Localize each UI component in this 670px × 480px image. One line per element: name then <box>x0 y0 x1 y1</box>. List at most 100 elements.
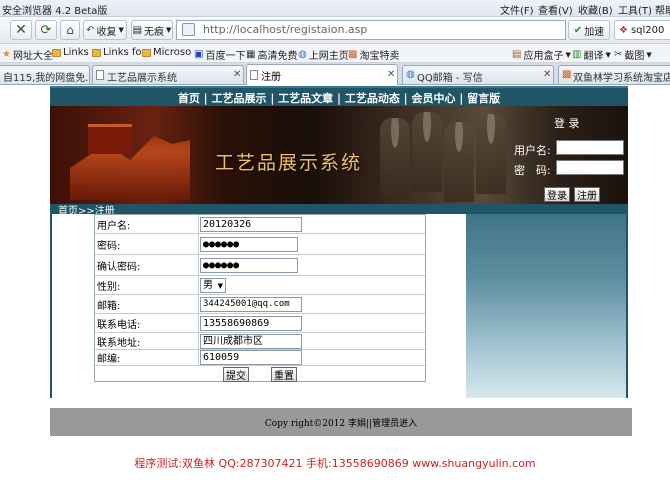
box-icon: ▤ <box>512 49 522 60</box>
password-input[interactable]: ●●●●●● <box>200 237 298 252</box>
incognito-label: 无痕 <box>144 26 165 38</box>
incognito-icon: ▤ <box>132 24 143 36</box>
close-icon[interactable]: ✕ <box>387 69 395 80</box>
toolbar-edge <box>1 20 9 40</box>
back-menu-button[interactable]: ↶ 收复 ▼ <box>83 20 127 40</box>
login-username-label: 用户名: <box>514 144 551 157</box>
taobao-icon: ▩ <box>562 69 572 80</box>
tab-label: 自115,我的网盘免... <box>3 73 90 84</box>
folder-icon <box>52 48 61 57</box>
submit-button[interactable]: 提交 <box>223 367 249 382</box>
phone-input[interactable]: 13558690869 <box>200 316 302 331</box>
folder-icon <box>92 48 101 57</box>
incognito-button[interactable]: ▤ 无痕 ▼ <box>131 20 173 40</box>
zip-input[interactable]: 610059 <box>200 350 302 365</box>
site-banner: 工艺品展示系统 登 录 用户名: 密 码: 登录 注册 <box>50 106 628 204</box>
tab-label: QQ邮箱 - 写信 <box>417 73 483 84</box>
form-row-username: 用户名: 20120326 <box>95 215 425 234</box>
address-label: 联系地址: <box>95 333 199 349</box>
page-icon <box>96 70 104 80</box>
registration-form: 用户名: 20120326 密码: ●●●●●● 确认密码: ●●●●●● 性别… <box>94 214 426 382</box>
tab-label: 双鱼林学习系统淘宝店 - 上 <box>573 73 670 84</box>
tab-qqmail[interactable]: ◍ QQ邮箱 - 写信 ✕ <box>402 65 554 84</box>
side-panel <box>466 214 626 398</box>
close-icon[interactable]: ✕ <box>543 69 551 80</box>
fav-item-1[interactable]: Links <box>52 47 89 58</box>
form-row-zip: 邮编: 610059 <box>95 350 425 366</box>
fav-item-7[interactable]: ▩ 淘宝特卖 <box>348 47 399 62</box>
site-navbar: 首页 | 工艺品展示 | 工艺品文章 | 工艺品动态 | 会员中心 | 留言版 <box>50 86 628 106</box>
menu-tools[interactable]: 工具(T) <box>618 2 652 17</box>
fav-item-10[interactable]: ✂ 截图 ▼ <box>614 47 652 62</box>
menu-view[interactable]: 查看(V) <box>538 2 573 17</box>
breadcrumb-bar: 首页>>注册 <box>50 204 628 217</box>
globe-icon: ◍ <box>298 49 307 60</box>
check-icon: ✔ <box>573 24 583 36</box>
fav-label: Links fo <box>103 47 142 58</box>
menu-favorites[interactable]: 收藏(B) <box>578 2 613 17</box>
login-username-input[interactable] <box>556 140 624 155</box>
form-row-email: 邮箱: 344245001@qq.com <box>95 295 425 314</box>
chevron-down-icon: ▼ <box>118 26 124 34</box>
banner-register-button[interactable]: 注册 <box>574 187 600 202</box>
gender-select[interactable]: 男 ▼ <box>200 278 226 293</box>
fav-label: Links <box>63 47 89 58</box>
phone-label: 联系电话: <box>95 314 199 332</box>
terracotta-warrior-image <box>476 114 506 194</box>
tab-register[interactable]: 注册 ✕ <box>246 64 398 85</box>
gender-value: 男 <box>203 280 213 291</box>
confirm-password-input[interactable]: ●●●●●● <box>200 258 298 273</box>
refresh-button[interactable]: ⟳ <box>35 20 57 40</box>
fav-item-3[interactable]: Microso <box>142 47 191 58</box>
fav-label: 应用盒子 <box>523 51 564 62</box>
fav-item-5[interactable]: ▦ 高清免费 <box>246 47 297 62</box>
fav-item-6[interactable]: ◍ 上网主页 <box>298 47 349 62</box>
form-row-phone: 联系电话: 13558690869 <box>95 314 425 333</box>
login-password-input[interactable] <box>556 160 624 175</box>
tab-netdisk[interactable]: 自115,我的网盘免... <box>0 65 90 84</box>
baidu-icon: ▣ <box>194 49 204 60</box>
fav-item-9[interactable]: ▥ 翻译 ▼ <box>572 47 611 62</box>
browser-title: 安全浏览器 4.2 Beta版 <box>2 6 108 17</box>
username-input[interactable]: 20120326 <box>200 217 302 232</box>
terracotta-warrior-image <box>380 118 410 198</box>
email-input[interactable]: 344245001@qq.com <box>200 297 302 312</box>
translate-icon: ▥ <box>572 49 582 60</box>
site-nav-links[interactable]: 首页 | 工艺品展示 | 工艺品文章 | 工艺品动态 | 会员中心 | 留言版 <box>50 90 628 106</box>
form-row-gender: 性别: 男 ▼ <box>95 276 425 295</box>
search-engine-icon: ❖ <box>619 24 628 36</box>
tab-taobao[interactable]: ▩双鱼林学习系统淘宝店 - 上 <box>558 65 670 84</box>
email-label: 邮箱: <box>95 295 199 313</box>
tab-crafts[interactable]: 工艺品展示系统 ✕ <box>92 65 244 84</box>
form-row-confirm: 确认密码: ●●●●●● <box>95 255 425 276</box>
fav-item-2[interactable]: Links fo <box>92 47 142 58</box>
fav-item-4[interactable]: ▣ 百度一下 <box>194 47 245 62</box>
favorites-bar: ★ 网址大全 Links Links fo Microso ▣ 百度一下 ▦ 高清免费… <box>0 44 670 63</box>
chevron-down-icon: ▼ <box>166 26 172 34</box>
fav-item-8[interactable]: ▤ 应用盒子 ▼ <box>512 47 571 62</box>
chevron-down-icon: ▼ <box>605 50 611 59</box>
fav-label: 翻译 <box>583 51 604 62</box>
address-text: http://localhost/registaion.asp <box>203 23 368 36</box>
search-box[interactable]: ❖ sql200 <box>614 20 670 40</box>
chevron-down-icon: ▼ <box>646 50 652 59</box>
back-menu-label: 收复 <box>96 26 117 38</box>
address-bar[interactable]: http://localhost/registaion.asp <box>176 20 566 40</box>
chevron-down-icon: ▼ <box>217 282 223 290</box>
tab-bar: 自115,我的网盘免... 工艺品展示系统 ✕ 注册 ✕ ◍ QQ邮箱 - 写信 ✕ ▩… <box>0 63 670 85</box>
menu-help[interactable]: 帮助 <box>655 2 670 17</box>
speedup-button[interactable]: ✔ 加速 <box>568 20 610 40</box>
close-icon[interactable]: ✕ <box>233 69 241 80</box>
fav-item-0[interactable]: ★ 网址大全 <box>2 47 53 62</box>
home-button[interactable]: ⌂ <box>60 20 80 40</box>
reset-button[interactable]: 重置 <box>271 367 297 382</box>
gender-label: 性别: <box>95 276 199 294</box>
address-input[interactable]: 四川成都市区 <box>200 334 302 349</box>
login-button[interactable]: 登录 <box>544 187 570 202</box>
folder-icon <box>142 48 151 57</box>
copyright-text[interactable]: Copy right©2012 李娟||管理员进入 <box>50 416 632 429</box>
stop-button[interactable]: ✕ <box>10 20 32 40</box>
page-icon <box>182 23 195 36</box>
menu-file[interactable]: 文件(F) <box>500 2 534 17</box>
undo-icon: ↶ <box>86 24 95 36</box>
